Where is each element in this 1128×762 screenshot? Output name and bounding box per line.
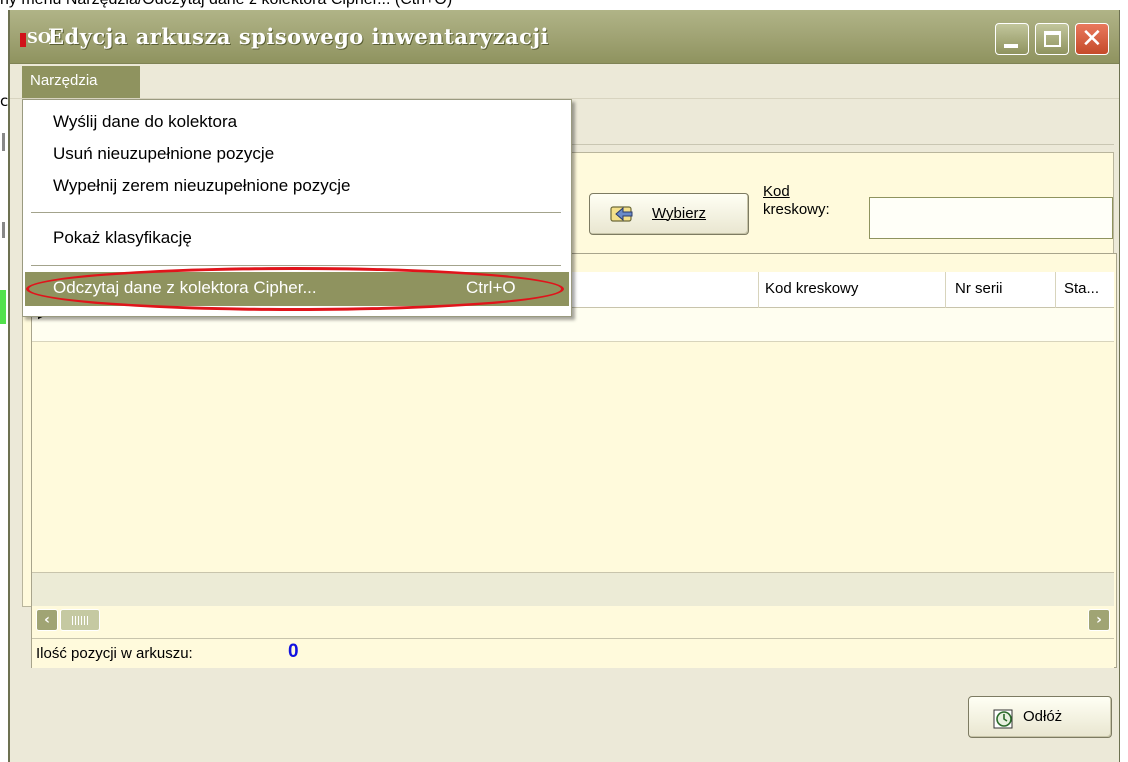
app-logo-icon: SO	[20, 29, 51, 49]
annotation-highlight-oval	[26, 267, 564, 311]
item-count-value: 0	[288, 641, 299, 662]
narzedzia-dropdown-menu: Wyślij dane do kolektora Usuń nieuzupełn…	[22, 99, 572, 317]
horizontal-scrollbar[interactable]: ‹ ›	[32, 606, 1114, 632]
menu-item-fill-zero[interactable]: Wypełnij zerem nieuzupełnione pozycje	[53, 176, 351, 196]
scroll-right-icon[interactable]: ›	[1088, 609, 1110, 631]
window-title: Edycja arkusza spisowego inwentaryzacji	[48, 24, 550, 49]
select-button[interactable]: Wybierz	[589, 193, 749, 235]
minimize-button[interactable]	[995, 23, 1029, 55]
column-header-nr-serii[interactable]: Nr serii	[955, 280, 1003, 297]
maximize-button[interactable]	[1035, 23, 1069, 55]
item-count-label: Ilość pozycji w arkuszu:	[36, 645, 193, 662]
column-header-stan[interactable]: Sta...	[1064, 280, 1099, 297]
close-button[interactable]: ✕	[1075, 23, 1109, 55]
menu-item-remove-incomplete[interactable]: Usuń nieuzupełnione pozycje	[53, 144, 274, 164]
background-fragment-highlight	[0, 290, 6, 324]
barcode-label-line1: Kod	[763, 183, 790, 200]
select-hand-icon	[610, 206, 633, 222]
scroll-thumb-grip	[72, 616, 88, 625]
select-button-label: Wybierz	[652, 205, 707, 222]
scroll-thumb[interactable]	[60, 609, 100, 631]
title-bar[interactable]: SO Edycja arkusza spisowego inwentaryzac…	[10, 10, 1119, 64]
clock-icon	[993, 709, 1013, 729]
scroll-left-icon[interactable]: ‹	[36, 609, 58, 631]
document-caption: ny menu Narzędzia/Odczytaj dane z kolekt…	[0, 0, 452, 9]
inventory-sheet-window: SO Edycja arkusza spisowego inwentaryzac…	[8, 10, 1120, 762]
menu-separator	[31, 212, 561, 214]
close-icon: ✕	[1081, 24, 1103, 54]
menu-item-send-to-collector[interactable]: Wyślij dane do kolektora	[53, 112, 237, 132]
barcode-label-line2: kreskowy:	[763, 201, 830, 218]
barcode-label: Kod kreskowy:	[763, 183, 830, 219]
postpone-button-label: Odłóż	[1023, 708, 1063, 725]
menu-item-show-classification[interactable]: Pokaż klasyfikację	[53, 228, 192, 248]
minimize-icon	[1004, 44, 1018, 48]
app-logo-mark	[20, 33, 26, 47]
menu-bar: Narzędzia	[10, 65, 1119, 99]
grid-summary-strip	[32, 572, 1114, 606]
background-fragment: c	[0, 92, 9, 110]
postpone-button[interactable]: Odłóż	[968, 696, 1112, 738]
barcode-input[interactable]	[869, 197, 1113, 239]
status-bar: Ilość pozycji w arkuszu: 0	[32, 638, 1114, 668]
column-header-kod-kreskowy[interactable]: Kod kreskowy	[765, 280, 858, 297]
background-fragment-divider	[2, 133, 5, 151]
menu-narzedzia[interactable]: Narzędzia	[22, 66, 140, 98]
screenshot: ny menu Narzędzia/Odczytaj dane z kolekt…	[0, 0, 1128, 762]
maximize-icon	[1044, 31, 1061, 47]
background-fragment-divider	[2, 222, 5, 238]
